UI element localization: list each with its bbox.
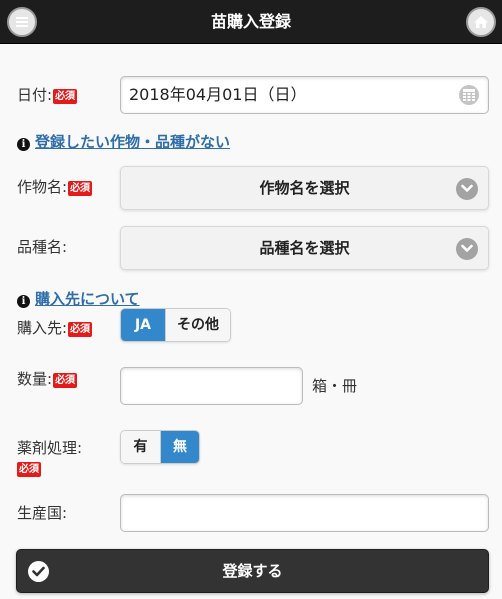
info-icon: i xyxy=(17,138,30,151)
home-button[interactable] xyxy=(466,7,496,37)
supplier-label: 購入先: 必須 xyxy=(17,319,93,337)
quantity-input[interactable] xyxy=(120,367,303,405)
required-badge: 必須 xyxy=(68,322,93,337)
page-title: 苗購入登録 xyxy=(210,12,291,31)
required-badge: 必須 xyxy=(17,462,41,477)
variety-select[interactable]: 品種名を選択 xyxy=(120,226,489,270)
chemical-option-yes[interactable]: 有 xyxy=(121,431,160,463)
date-input[interactable]: 2018年04月01日（日） xyxy=(120,76,489,114)
submit-button[interactable]: 登録する xyxy=(16,549,489,593)
origin-label: 生産国: xyxy=(17,504,68,522)
supplier-help-row: i 購入先について xyxy=(17,288,140,309)
check-icon xyxy=(28,561,49,582)
chevron-down-icon xyxy=(456,238,478,260)
required-badge: 必須 xyxy=(53,89,78,104)
crop-help-row: i 登録したい作物・品種がない xyxy=(17,131,230,152)
quantity-label: 数量: 必須 xyxy=(17,370,78,388)
quantity-unit: 箱・冊 xyxy=(312,377,358,395)
chevron-down-icon xyxy=(456,178,478,200)
required-badge: 必須 xyxy=(68,181,93,196)
crop-label: 作物名: 必須 xyxy=(17,178,93,196)
supplier-help-link[interactable]: 購入先について xyxy=(35,290,140,308)
info-icon: i xyxy=(17,295,30,308)
variety-select-label: 品種名を選択 xyxy=(259,239,350,257)
chemical-segmented-control: 有 無 xyxy=(120,430,200,464)
app-header: 苗購入登録 xyxy=(0,0,502,44)
origin-input[interactable] xyxy=(120,494,489,532)
chemical-label: 薬剤処理: 必須 xyxy=(17,439,83,477)
supplier-option-ja[interactable]: JA xyxy=(121,309,165,341)
home-icon xyxy=(474,16,488,28)
submit-label: 登録する xyxy=(222,562,283,580)
calendar-icon[interactable] xyxy=(459,85,479,105)
crop-help-link[interactable]: 登録したい作物・品種がない xyxy=(35,133,230,151)
crop-select-label: 作物名を選択 xyxy=(259,179,350,197)
date-label: 日付: 必須 xyxy=(17,86,78,104)
supplier-option-other[interactable]: その他 xyxy=(165,309,230,341)
supplier-segmented-control: JA その他 xyxy=(120,308,231,342)
date-value: 2018年04月01日（日） xyxy=(129,85,307,104)
chemical-option-no[interactable]: 無 xyxy=(160,431,199,463)
required-badge: 必須 xyxy=(53,373,78,388)
crop-select[interactable]: 作物名を選択 xyxy=(120,166,489,210)
variety-label: 品種名: xyxy=(17,238,68,256)
